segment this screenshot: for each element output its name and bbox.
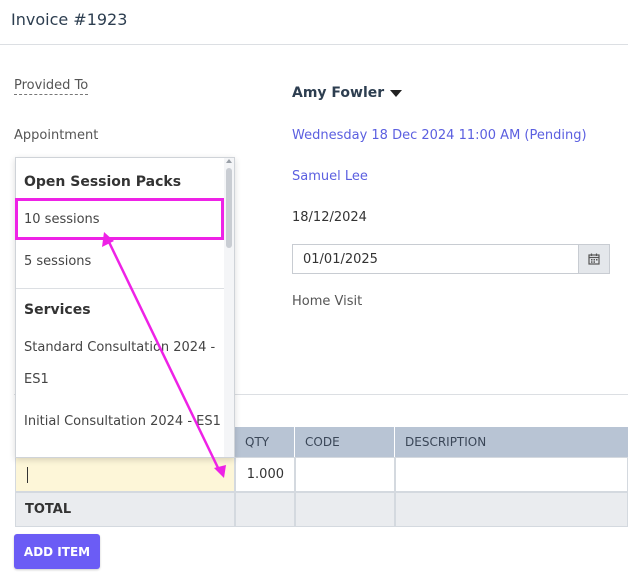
annotation-arrow [102,232,226,478]
